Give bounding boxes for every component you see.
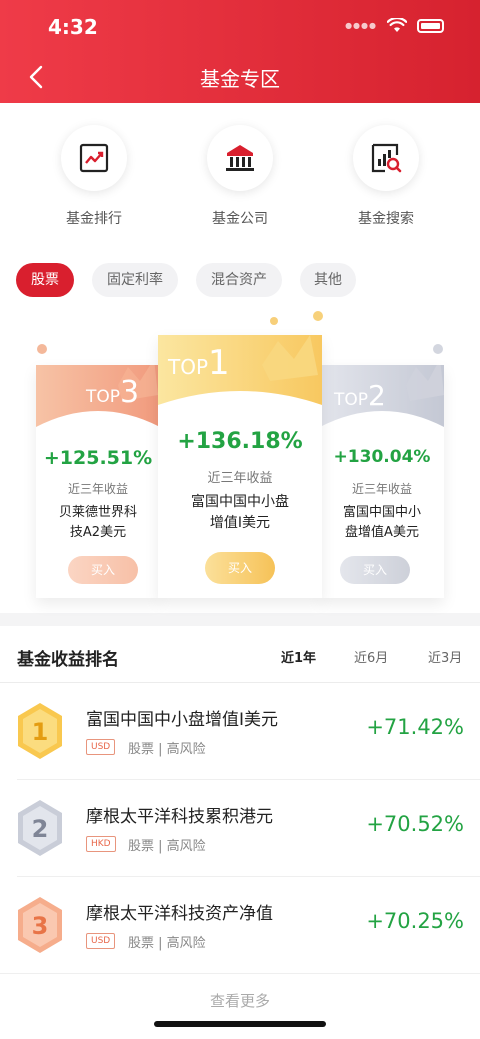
top2-buy-button[interactable]: 买入 [340, 556, 410, 584]
fund-ranking-section: 基金收益排名 近1年 近6月 近3月 1 富国中国中小盘增值I美元 USD 股票… [0, 626, 480, 1039]
gold-medal-icon: 1 [18, 703, 62, 759]
status-icons: ●●●● [345, 18, 444, 33]
currency-badge: USD [86, 933, 116, 949]
medal-rank-number: 3 [32, 912, 49, 940]
top1-buy-button[interactable]: 买入 [205, 552, 275, 584]
signal-icon: ●●●● [345, 21, 377, 30]
top2-fund-name: 富国中国中小 盘增值A美元 [342, 505, 421, 540]
top3-buy-button[interactable]: 买入 [68, 556, 138, 584]
period-tab-6m[interactable]: 近6月 [354, 647, 388, 666]
silver-medal-icon: 2 [18, 800, 62, 856]
top3-sub-label: 近三年收益 [67, 482, 128, 496]
fund-name: 摩根太平洋科技资产净值 [86, 904, 273, 924]
entry-label: 基金搜索 [358, 211, 414, 227]
section-title: 基金收益排名 [17, 650, 119, 670]
currency-badge: USD [86, 739, 116, 755]
currency-badge: HKD [86, 836, 116, 852]
app-header: 4:32 ●●●● 基金专区 [0, 0, 480, 103]
fund-name: 摩根太平洋科技累积港元 [86, 807, 273, 827]
top2-badge: TOP2 [334, 379, 386, 412]
top1-fund-name: 富国中国中小盘 增值I美元 [191, 494, 289, 531]
top-funds-podium: TOP3 +125.51% 近三年收益 贝莱德世界科 技A2美元 买入 TOP2 … [0, 311, 480, 613]
home-indicator [154, 1021, 326, 1027]
period-tab-1y[interactable]: 近1年 [281, 647, 316, 666]
status-time: 4:32 [48, 15, 98, 39]
fund-return: +70.25% [366, 909, 464, 933]
top1-percent: +136.18% [177, 429, 303, 454]
chart-trend-icon [79, 143, 109, 173]
search-chart-icon [371, 143, 402, 173]
top1-sub-label: 近三年收益 [207, 471, 273, 486]
main-content: 基金排行 基金公司 基金搜索 股票 固定利率 混合资产 其他 TOP3 +125… [0, 103, 480, 613]
entry-label: 基金公司 [212, 211, 268, 227]
podium-card-top2[interactable]: TOP2 +130.04% 近三年收益 富国中国中小 盘增值A美元 买入 [320, 365, 444, 598]
medal-rank-number: 1 [32, 718, 49, 746]
fund-tags: 股票 | 高风险 [128, 839, 206, 854]
bronze-medal-icon: 3 [18, 897, 62, 953]
fund-tags: 股票 | 高风险 [128, 742, 206, 757]
top2-percent: +130.04% [333, 447, 431, 467]
fund-return: +71.42% [366, 715, 464, 739]
podium-card-top1[interactable]: TOP1 +136.18% 近三年收益 富国中国中小盘 增值I美元 买入 [158, 335, 322, 598]
ranking-row[interactable]: 2 摩根太平洋科技累积港元 HKD 股票 | 高风险 +70.52% [0, 780, 480, 876]
tab-stock[interactable]: 股票 [16, 263, 74, 297]
fund-return: +70.52% [366, 812, 464, 836]
ranking-row[interactable]: 3 摩根太平洋科技资产净值 USD 股票 | 高风险 +70.25% [0, 877, 480, 973]
top1-badge: TOP1 [168, 343, 230, 383]
bank-building-icon [226, 145, 254, 171]
top3-percent: +125.51% [43, 447, 153, 469]
tab-other[interactable]: 其他 [300, 263, 356, 297]
entry-fund-search[interactable]: 基金搜索 [326, 125, 446, 228]
tab-mixed-assets[interactable]: 混合资产 [196, 263, 282, 297]
entry-fund-company[interactable]: 基金公司 [180, 125, 300, 228]
period-tab-3m[interactable]: 近3月 [428, 647, 462, 666]
entry-fund-ranking[interactable]: 基金排行 [34, 125, 154, 228]
view-more-link[interactable]: 查看更多 [0, 990, 480, 1011]
wifi-icon [387, 18, 407, 32]
medal-rank-number: 2 [32, 815, 49, 843]
entry-label: 基金排行 [66, 211, 122, 227]
top3-fund-name: 贝莱德世界科 技A2美元 [58, 505, 137, 540]
fund-name: 富国中国中小盘增值I美元 [86, 710, 279, 730]
top3-badge: TOP3 [86, 375, 140, 410]
tab-fixed-rate[interactable]: 固定利率 [92, 263, 178, 297]
podium-card-top3[interactable]: TOP3 +125.51% 近三年收益 贝莱德世界科 技A2美元 买入 [36, 365, 160, 598]
divider [0, 973, 480, 974]
fund-tags: 股票 | 高风险 [128, 936, 206, 951]
ranking-row[interactable]: 1 富国中国中小盘增值I美元 USD 股票 | 高风险 +71.42% [0, 683, 480, 779]
top2-sub-label: 近三年收益 [351, 482, 412, 496]
page-title: 基金专区 [200, 67, 280, 91]
battery-icon [417, 18, 444, 33]
